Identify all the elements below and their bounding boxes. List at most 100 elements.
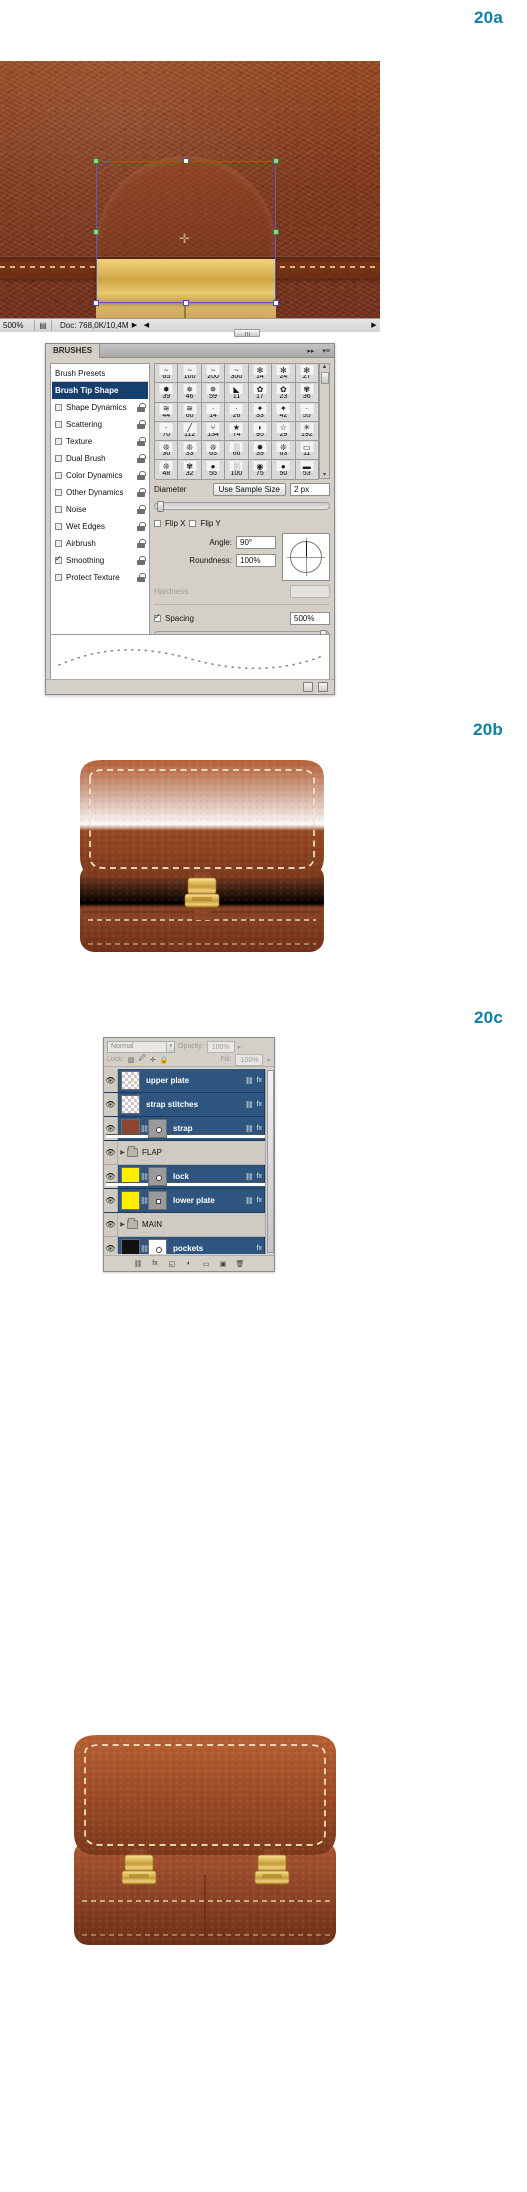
transform-handle-tc[interactable] (183, 158, 189, 164)
brush-grid-scrollbar[interactable]: ▲ ▾ (319, 364, 329, 478)
mask-link-icon[interactable]: ⛓ (140, 1125, 149, 1133)
brush-tip-cell[interactable]: · 26 (225, 402, 249, 422)
brush-tip-cell[interactable]: · 55 (295, 402, 319, 422)
brush-tip-cell[interactable]: ✻ 14 (248, 364, 273, 384)
brush-tip-cell[interactable]: ✵ 59 (201, 383, 226, 403)
checkbox-protect-texture[interactable] (55, 574, 62, 581)
transform-handle-ml[interactable] (93, 229, 99, 235)
checkbox-airbrush[interactable] (55, 540, 62, 547)
angle-roundness-dial[interactable] (282, 533, 330, 581)
layers-scrollbar[interactable] (265, 1069, 274, 1254)
scroll-up-icon[interactable]: ▲ (322, 364, 328, 370)
lock-icon[interactable] (137, 471, 146, 480)
brush-tip-cell[interactable]: ╱ 112 (178, 421, 202, 442)
brush-option-smoothing[interactable]: Smoothing (52, 552, 148, 569)
brush-tip-cell[interactable]: ● 55 (201, 460, 226, 480)
brush-tip-cell[interactable]: ✦ 33 (248, 402, 273, 422)
lock-icon[interactable] (137, 488, 146, 497)
checkbox-wet-edges[interactable] (55, 523, 62, 530)
brush-tip-grid[interactable]: ~65 ~100 ~200 ~300 ✻ 14 ✻ 24 ✻ 27 ✸ 39 ✵ 46 ✵ 59 ◣ 11 ✿ 17 ✿… (155, 364, 319, 480)
spacing-checkbox[interactable] (154, 612, 161, 622)
diameter-slider[interactable] (154, 501, 330, 512)
layer-thumbnail[interactable] (121, 1095, 140, 1114)
checkbox-scattering[interactable] (55, 421, 62, 428)
brush-tip-cell[interactable]: ✻ 27 (295, 364, 319, 384)
link-layers-icon[interactable]: ⛓ (133, 1259, 143, 1269)
paint-lock-icon[interactable]: 🖉 (138, 1054, 145, 1065)
diameter-input[interactable] (290, 482, 330, 496)
panel-menu-icon[interactable]: ▾≡ (318, 347, 334, 355)
layer-mask-thumbnail[interactable] (148, 1167, 167, 1186)
transform-handle-mr[interactable] (273, 229, 279, 235)
collapse-icon[interactable]: ▸▸ (303, 347, 318, 355)
eye-icon[interactable]: 👁 (104, 1213, 118, 1236)
brush-option-wet-edges[interactable]: Wet Edges (52, 518, 148, 535)
link-icon[interactable]: ⛓ (245, 1173, 254, 1181)
chevron-down-icon[interactable]: ▾ (166, 1041, 174, 1052)
brush-tip-cell[interactable]: ✾ 36 (295, 383, 319, 403)
lock-icon[interactable] (137, 437, 146, 446)
checkbox-other-dynamics[interactable] (55, 489, 62, 496)
brush-tip-cell[interactable]: ✵ 46 (178, 383, 202, 403)
brush-tip-cell[interactable]: ~200 (201, 364, 226, 384)
lock-icon[interactable] (137, 454, 146, 463)
brush-option-texture[interactable]: Texture (52, 433, 148, 450)
flip-x-checkbox[interactable] (154, 519, 161, 527)
lock-icon[interactable] (137, 556, 146, 565)
scrollbar-thumb[interactable] (234, 328, 261, 337)
layer-mask-thumbnail[interactable] (148, 1191, 167, 1210)
opacity-arrow-icon[interactable]: ▸ (238, 1043, 242, 1051)
brush-option-airbrush[interactable]: Airbrush (52, 535, 148, 552)
layer-thumbnail[interactable] (121, 1119, 140, 1138)
brush-tip-cell[interactable]: ✾ 32 (178, 460, 202, 480)
fx-icon[interactable]: fx (257, 1101, 262, 1108)
eye-icon[interactable]: 👁 (104, 1141, 118, 1164)
brush-tip-cell[interactable]: ❊ 48 (155, 460, 179, 480)
brush-options-list[interactable]: Brush Presets Brush Tip Shape Shape Dynami… (50, 363, 150, 642)
diameter-slider-row[interactable] (154, 499, 330, 513)
brush-tip-cell[interactable]: ❊ 63 (201, 441, 226, 461)
use-sample-size-button[interactable]: Use Sample Size (212, 482, 286, 496)
layer-thumbnail[interactable] (121, 1239, 140, 1254)
checkbox-shape-dynamics[interactable] (55, 404, 62, 411)
lock-icon[interactable] (137, 522, 146, 531)
layer-row-strap-stitches[interactable]: 👁strap stitches⛓fx▾ (104, 1093, 274, 1117)
brush-tip-cell[interactable]: ✸ 39 (155, 383, 179, 403)
checkbox-texture[interactable] (55, 438, 62, 445)
layers-list[interactable]: 👁upper plate⛓fx▾👁strap stitches⛓fx▾👁⛓str… (104, 1069, 274, 1254)
photoshop-canvas[interactable]: ✛ (0, 61, 380, 332)
transform-handle-tl[interactable] (93, 158, 99, 164)
fx-icon[interactable]: fx (257, 1125, 262, 1132)
brush-tip-cell[interactable]: ▬ 53 (295, 460, 319, 480)
checkbox-smoothing[interactable] (55, 554, 62, 564)
lock-icon[interactable] (137, 403, 146, 412)
brush-option-brush-presets[interactable]: Brush Presets (52, 365, 148, 382)
brushes-tab-bar[interactable]: BRUSHES ▸▸ ▾≡ (46, 343, 334, 358)
trash-icon[interactable] (318, 682, 328, 692)
lock-icon[interactable] (137, 539, 146, 548)
brush-tip-cell[interactable]: ░ 100 (225, 460, 249, 480)
link-icon[interactable]: ⛓ (245, 1077, 254, 1085)
brush-tip-cell[interactable]: ☆ 29 (272, 421, 296, 442)
brush-tip-cell[interactable]: ✸ 39 (248, 441, 273, 461)
brush-tip-cell[interactable]: ❊ 36 (155, 441, 179, 461)
move-lock-icon[interactable]: ✛ (150, 1056, 156, 1064)
brush-tip-cell[interactable]: ✻ 24 (272, 364, 296, 384)
status-play-icon[interactable]: ▶ (128, 319, 140, 333)
fx-icon[interactable]: fx (257, 1197, 262, 1204)
brush-tip-cell[interactable]: ✿ 17 (248, 383, 273, 403)
layers-scroll-thumb[interactable] (266, 1070, 274, 1253)
brush-option-scattering[interactable]: Scattering (52, 416, 148, 433)
transform-handle-br[interactable] (273, 300, 279, 306)
fx-icon[interactable]: fx (257, 1173, 262, 1180)
brush-option-brush-tip-shape[interactable]: Brush Tip Shape (52, 382, 148, 399)
layer-row-pockets[interactable]: 👁⛓pocketsfx▾ (104, 1237, 274, 1254)
brush-tip-cell[interactable]: ❊ 63 (272, 441, 296, 461)
delete-layer-icon[interactable]: 🗑 (235, 1259, 245, 1269)
layer-row-flap[interactable]: 👁 ▶ FLAP (104, 1141, 274, 1165)
brush-tip-cell[interactable]: ◉ 75 (248, 460, 273, 480)
brush-tip-cell[interactable]: ▭ 11 (295, 441, 319, 461)
brush-tip-cell[interactable]: ● 50 (272, 460, 296, 480)
all-lock-icon[interactable]: 🔒 (160, 1056, 169, 1064)
brush-tip-cell[interactable]: ✿ 23 (272, 383, 296, 403)
